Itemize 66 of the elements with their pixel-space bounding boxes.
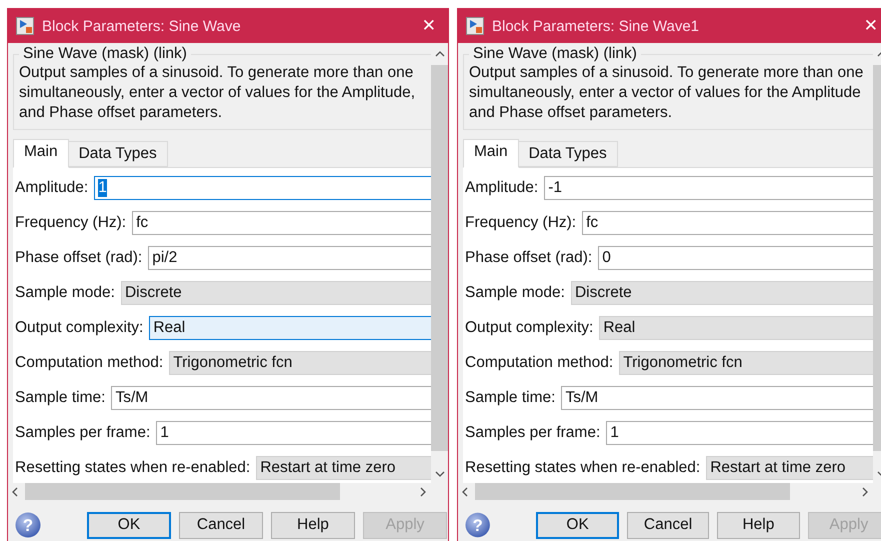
input-field[interactable]: Ts/M [561,386,873,410]
field-label: Frequency (Hz): [15,214,126,232]
dialog-button[interactable]: Cancel [179,512,263,538]
tab[interactable]: Data Types [68,141,168,167]
group-title: Sine Wave (mask) (link) [22,45,188,63]
field-label: Output complexity: [465,318,594,336]
dialog-button[interactable]: OK [536,512,619,538]
block-icon [466,17,484,35]
input-field[interactable]: 1 [156,420,431,444]
field-label: Computation method: [465,354,614,372]
field-label: Phase offset (rad): [15,248,142,266]
window-title: Block Parameters: Sine Wave [42,18,242,34]
field-label: Computation method: [15,354,164,372]
close-button[interactable]: ✕ [858,16,881,36]
field-label: Amplitude: [465,178,538,196]
description-text: simultaneously, enter a vector of values for the Amplitude, [19,83,416,103]
scroll-up-icon[interactable] [434,51,444,57]
field-label: Sample mode: [15,284,115,302]
scroll-right-icon[interactable] [862,486,868,496]
field-label: Frequency (Hz): [465,214,576,232]
dropdown[interactable]: Trigonometric fcn [169,350,431,374]
field-label: Sample time: [15,388,106,406]
field-label: Samples per frame: [465,424,600,442]
dropdown[interactable]: Trigonometric fcn [619,350,873,374]
input-field[interactable]: 1 [94,176,431,200]
dropdown[interactable]: Restart at time zero [256,456,431,480]
tab[interactable]: Main [463,139,519,168]
dialog-button[interactable]: Cancel [626,512,710,538]
scroll-left-icon[interactable] [12,486,18,496]
dropdown[interactable]: Discrete [570,280,873,304]
field-label: Phase offset (rad): [465,248,592,266]
field-label: Output complexity: [15,318,144,336]
tab[interactable]: Main [13,139,69,168]
tab[interactable]: Data Types [518,141,618,167]
description-text: Output samples of a sinusoid. To generate more than one [19,63,414,83]
field-label: Resetting states when re-enabled: [15,458,250,476]
input-field[interactable]: -1 [544,176,873,200]
scroll-left-icon[interactable] [462,486,468,496]
field-label: Sample time: [465,388,556,406]
field-label: Samples per frame: [15,424,150,442]
dialog-button[interactable]: Help [271,512,355,538]
description-text: and Phase offset parameters. [469,103,674,123]
close-button[interactable]: ✕ [416,16,442,36]
input-field[interactable]: fc [132,210,431,234]
input-field[interactable]: fc [582,210,873,234]
scroll-down-icon[interactable] [434,471,444,477]
input-field[interactable]: 0 [598,246,873,270]
dialog-button[interactable]: Help [717,512,800,538]
description-text: Output samples of a sinusoid. To generate more than one [469,63,864,83]
field-label: Sample mode: [465,284,565,302]
dropdown[interactable]: Real [149,316,431,340]
dropdown[interactable]: Discrete [120,280,431,304]
block-icon [16,17,34,35]
window-title: Block Parameters: Sine Wave1 [492,18,700,34]
scroll-right-icon[interactable] [420,486,426,496]
input-field[interactable]: pi/2 [148,246,431,270]
dialog-button[interactable]: OK [87,512,171,538]
dropdown[interactable]: Real [599,316,873,340]
description-text: simultaneously, enter a vector of values for the Amplitude [469,83,862,103]
dropdown[interactable]: Restart at time zero [706,456,873,480]
description-text: and Phase offset parameters. [19,103,224,123]
input-field[interactable]: Ts/M [111,386,431,410]
field-label: Amplitude: [15,178,88,196]
group-title: Sine Wave (mask) (link) [472,45,638,63]
field-label: Resetting states when re-enabled: [465,458,700,476]
input-field[interactable]: 1 [606,420,873,444]
